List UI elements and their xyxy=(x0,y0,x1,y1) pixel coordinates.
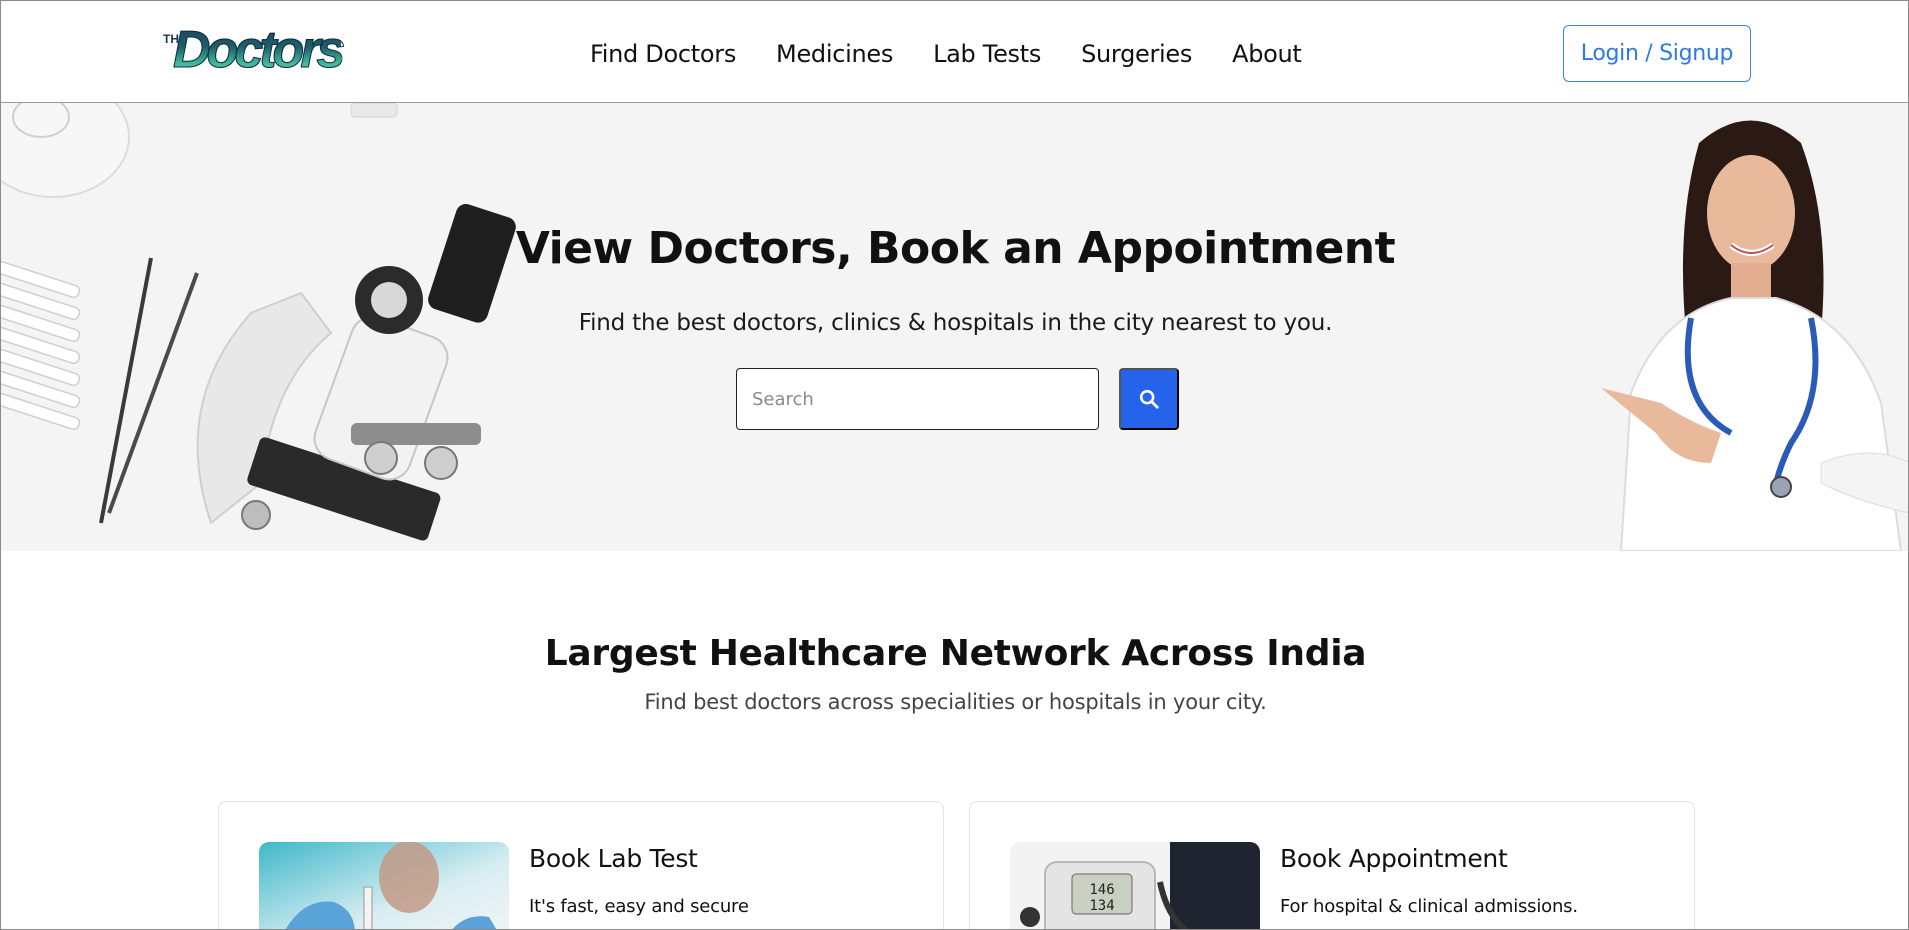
card-book-lab-test[interactable]: Book Lab Test It's fast, easy and secure xyxy=(218,801,944,929)
nav-find-doctors[interactable]: Find Doctors xyxy=(590,39,736,69)
section-subtitle: Find best doctors across specialities or… xyxy=(644,690,1267,714)
logo-wordmark: Doctors xyxy=(172,21,345,80)
card-book-appointment[interactable]: 146 134 Book Appointment For hospital & … xyxy=(969,801,1695,929)
nav-medicines[interactable]: Medicines xyxy=(776,39,893,69)
nav-about[interactable]: About xyxy=(1232,39,1302,69)
blood-pressure-monitor-image: 146 134 xyxy=(1010,842,1260,929)
lab-test-thumbnail xyxy=(259,842,509,929)
svg-text:134: 134 xyxy=(1089,898,1114,914)
card-title: Book Lab Test xyxy=(529,844,698,873)
nav-surgeries[interactable]: Surgeries xyxy=(1081,39,1192,69)
site-header: THE Doctors Find Doctors Medicines Lab T… xyxy=(1,1,1908,103)
card-description: For hospital & clinical admissions. xyxy=(1280,896,1578,917)
hero-title: View Doctors, Book an Appointment xyxy=(515,223,1396,274)
brand-logo[interactable]: THE Doctors xyxy=(161,21,346,80)
search-input[interactable] xyxy=(736,368,1099,430)
hero-banner: View Doctors, Book an Appointment Find t… xyxy=(1,103,1908,551)
appointment-thumbnail: 146 134 xyxy=(1010,842,1260,929)
svg-text:146: 146 xyxy=(1089,882,1114,898)
main-nav: Find Doctors Medicines Lab Tests Surgeri… xyxy=(590,39,1342,69)
nav-lab-tests[interactable]: Lab Tests xyxy=(933,39,1041,69)
search-button[interactable] xyxy=(1119,368,1179,430)
card-title: Book Appointment xyxy=(1280,844,1508,873)
hero-subtitle: Find the best doctors, clinics & hospita… xyxy=(578,310,1333,336)
login-signup-button[interactable]: Login / Signup xyxy=(1563,25,1751,82)
browser-page: THE Doctors Find Doctors Medicines Lab T… xyxy=(0,0,1909,930)
section-title: Largest Healthcare Network Across India xyxy=(544,633,1367,674)
lab-test-image xyxy=(259,842,509,929)
search-icon xyxy=(1139,389,1159,409)
card-description: It's fast, easy and secure xyxy=(529,896,749,917)
